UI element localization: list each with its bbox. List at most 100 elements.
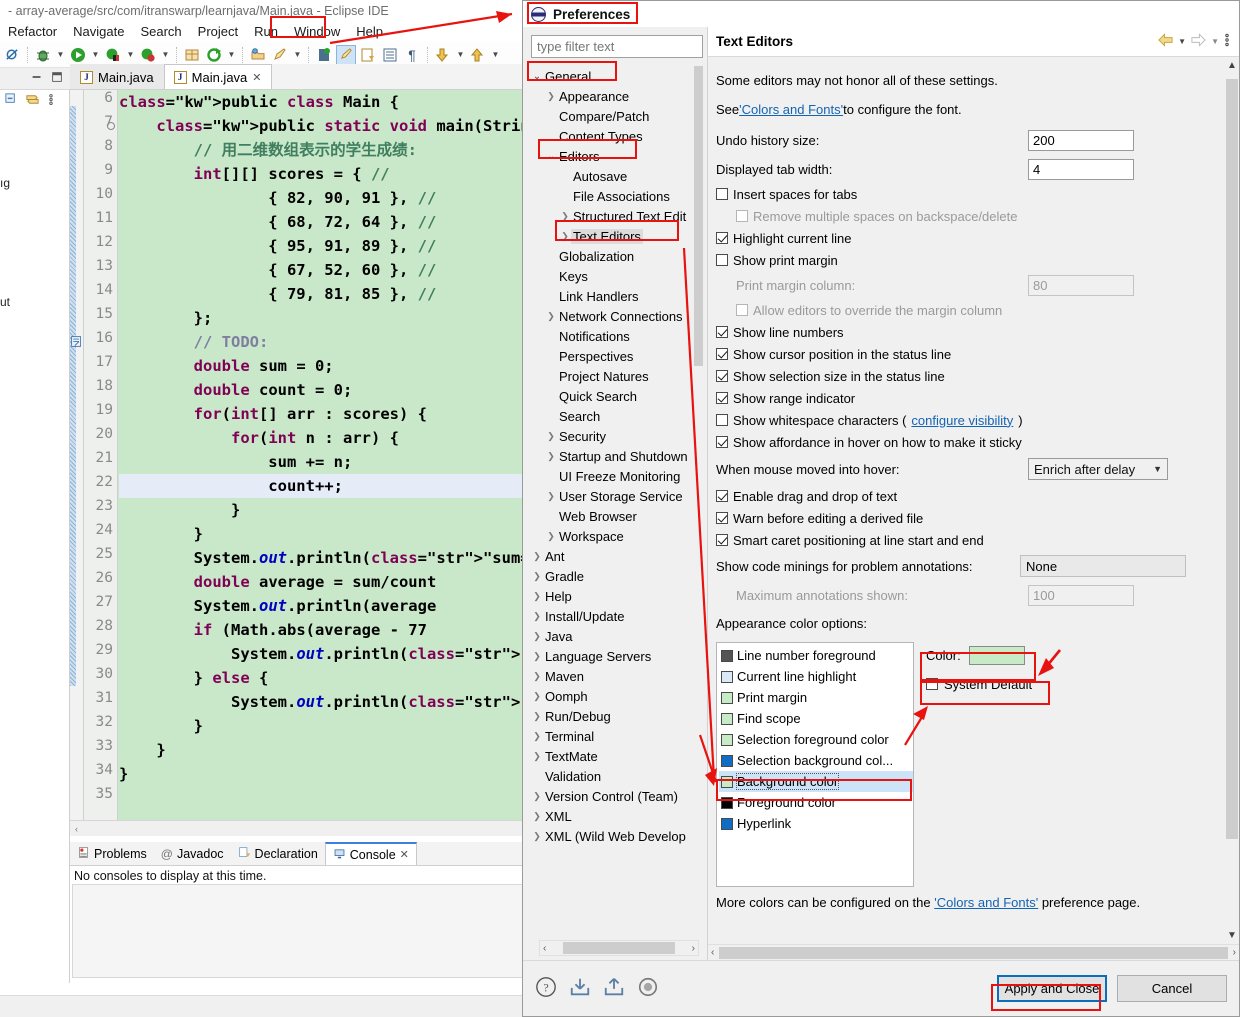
tree-horizontal-scrollbar[interactable]: ‹ › (539, 940, 699, 956)
checkbox-warn-derived-file[interactable]: Warn before editing a derived file (716, 507, 1186, 529)
pilcrow-icon[interactable]: ¶ (402, 45, 422, 65)
code-line[interactable]: } else { (119, 666, 269, 690)
checkbox-show-affordance[interactable]: Show affordance in hover on how to make … (716, 431, 1186, 453)
refresh-dropdown-icon[interactable]: ▼ (226, 45, 237, 65)
tree-item-xml-wild-web-develop[interactable]: ❯ XML (Wild Web Develop (531, 826, 703, 846)
tree-item-ant[interactable]: ❯ Ant (531, 546, 703, 566)
new-java-project-icon[interactable] (270, 45, 290, 65)
import-icon[interactable] (569, 976, 591, 1001)
tree-item-content-types[interactable]: Content Types (531, 126, 703, 146)
chevron-right-icon[interactable]: ❯ (559, 211, 571, 222)
external-tools-dropdown-icon[interactable]: ▼ (125, 45, 136, 65)
checkbox-enable-drag-drop[interactable]: Enable drag and drop of text (716, 485, 1186, 507)
checkbox-box[interactable] (716, 188, 728, 200)
editor-horizontal-scrollbar[interactable]: ‹ (70, 820, 530, 836)
scroll-right-icon[interactable]: › (1230, 947, 1239, 958)
run-as-icon[interactable] (138, 45, 158, 65)
code-line[interactable]: double sum = 0; (119, 354, 334, 378)
chevron-right-icon[interactable]: ❯ (531, 791, 543, 802)
tree-item-terminal[interactable]: ❯ Terminal (531, 726, 703, 746)
next-annotation-dropdown-icon[interactable]: ▼ (455, 45, 466, 65)
color-item-print-margin[interactable]: Print margin (719, 687, 913, 708)
tree-item-keys[interactable]: Keys (531, 266, 703, 286)
chevron-right-icon[interactable]: ❯ (531, 651, 543, 662)
hover-combo[interactable]: Enrich after delay ▼ (1028, 458, 1168, 480)
checkbox-smart-caret[interactable]: Smart caret positioning at line start an… (716, 529, 1186, 551)
color-item-foreground-color[interactable]: Foreground color (719, 792, 913, 813)
tree-item-appearance[interactable]: ❯ Appearance (531, 86, 703, 106)
configure-visibility-link[interactable]: configure visibility (911, 413, 1013, 428)
new-dropdown-icon[interactable]: ▼ (292, 45, 303, 65)
tree-item-editors[interactable]: ⌄ Editors (531, 146, 703, 166)
menu-project[interactable]: Project (190, 23, 246, 40)
tree-item-language-servers[interactable]: ❯ Language Servers (531, 646, 703, 666)
tree-item-startup-and-shutdown[interactable]: ❯ Startup and Shutdown (531, 446, 703, 466)
new-package-icon[interactable] (182, 45, 202, 65)
checkbox-box[interactable] (716, 490, 728, 502)
run-as-dropdown-icon[interactable]: ▼ (160, 45, 171, 65)
menu-refactor[interactable]: Refactor (0, 23, 65, 40)
code-line[interactable]: System.out.println(class="str">"测 (119, 690, 530, 714)
checkbox-box[interactable] (926, 678, 938, 690)
menu-navigate[interactable]: Navigate (65, 23, 132, 40)
scroll-left-icon[interactable]: ‹ (540, 943, 549, 954)
checkbox-box[interactable] (716, 370, 728, 382)
scroll-left-icon[interactable]: ‹ (70, 824, 83, 834)
checkbox-box[interactable] (716, 348, 728, 360)
forward-dropdown-icon[interactable]: ▼ (1211, 37, 1219, 46)
menu-search[interactable]: Search (132, 23, 189, 40)
show-whitespace-icon[interactable] (380, 45, 400, 65)
tree-item-xml[interactable]: ❯ XML (531, 806, 703, 826)
help-icon[interactable]: ? (535, 976, 557, 1001)
tree-item-text-editors[interactable]: ❯ Text Editors (531, 226, 703, 246)
color-preview-swatch[interactable] (968, 645, 1025, 665)
code-line[interactable]: System.out.println(class="str">"sum=" (119, 546, 530, 570)
system-default-row[interactable]: System Default (926, 672, 1186, 696)
chevron-right-icon[interactable]: ❯ (545, 431, 557, 442)
page-menu-icon[interactable] (1223, 32, 1231, 51)
tree-item-version-control-team[interactable]: ❯ Version Control (Team) (531, 786, 703, 806)
chevron-right-icon[interactable]: ❯ (531, 671, 543, 682)
checkbox-box[interactable] (716, 392, 728, 404)
forward-arrow-icon[interactable] (1190, 33, 1207, 50)
code-line[interactable]: sum += n; (119, 450, 352, 474)
tree-item-quick-search[interactable]: Quick Search (531, 386, 703, 406)
page-horizontal-scrollbar[interactable]: ‹ › (708, 944, 1239, 960)
tree-item-textmate[interactable]: ❯ TextMate (531, 746, 703, 766)
open-type-icon[interactable] (248, 45, 268, 65)
checkbox-box[interactable] (716, 414, 728, 426)
fold-collapse-icon[interactable] (107, 122, 115, 130)
checkbox-show-selection-size[interactable]: Show selection size in the status line (716, 365, 1186, 387)
code-line[interactable]: System.out.println(average (119, 594, 437, 618)
apply-and-close-button[interactable]: Apply and Close (997, 975, 1107, 1002)
code-line[interactable]: class="kw">public class Main { (119, 90, 399, 114)
checkbox-box[interactable] (716, 254, 728, 266)
checkbox-show-whitespace[interactable]: Show whitespace characters (configure vi… (716, 409, 1186, 431)
tree-item-validation[interactable]: Validation (531, 766, 703, 786)
tree-item-globalization[interactable]: Globalization (531, 246, 703, 266)
tree-item-workspace[interactable]: ❯ Workspace (531, 526, 703, 546)
previous-annotation-dropdown-icon[interactable]: ▼ (490, 45, 501, 65)
code-line[interactable]: } (119, 498, 240, 522)
tree-vertical-scrollbar-thumb[interactable] (694, 66, 703, 366)
tree-item-run-debug[interactable]: ❯ Run/Debug (531, 706, 703, 726)
tree-item-oomph[interactable]: ❯ Oomph (531, 686, 703, 706)
checkbox-box[interactable] (716, 232, 728, 244)
tab-declaration[interactable]: Declaration (231, 842, 325, 865)
tree-item-maven[interactable]: ❯ Maven (531, 666, 703, 686)
tree-item-ui-freeze-monitoring[interactable]: UI Freeze Monitoring (531, 466, 703, 486)
checkbox-show-range-indicator[interactable]: Show range indicator (716, 387, 1186, 409)
tree-item-gradle[interactable]: ❯ Gradle (531, 566, 703, 586)
filter-input[interactable]: type filter text (531, 35, 703, 58)
color-item-selection-background-col[interactable]: Selection background col... (719, 750, 913, 771)
export-icon[interactable] (603, 976, 625, 1001)
scroll-right-icon[interactable]: › (689, 943, 698, 954)
chevron-down-icon[interactable]: ⌄ (545, 151, 557, 162)
code-line[interactable]: { 79, 81, 85 }, // (119, 282, 436, 306)
checkbox-show-cursor-position[interactable]: Show cursor position in the status line (716, 343, 1186, 365)
code-line[interactable]: int[][] scores = { // (119, 162, 390, 186)
next-annotation-icon[interactable] (433, 45, 453, 65)
tree-item-web-browser[interactable]: Web Browser (531, 506, 703, 526)
tab-problems[interactable]: Problems (70, 842, 154, 865)
maximize-view-icon[interactable] (50, 70, 64, 87)
